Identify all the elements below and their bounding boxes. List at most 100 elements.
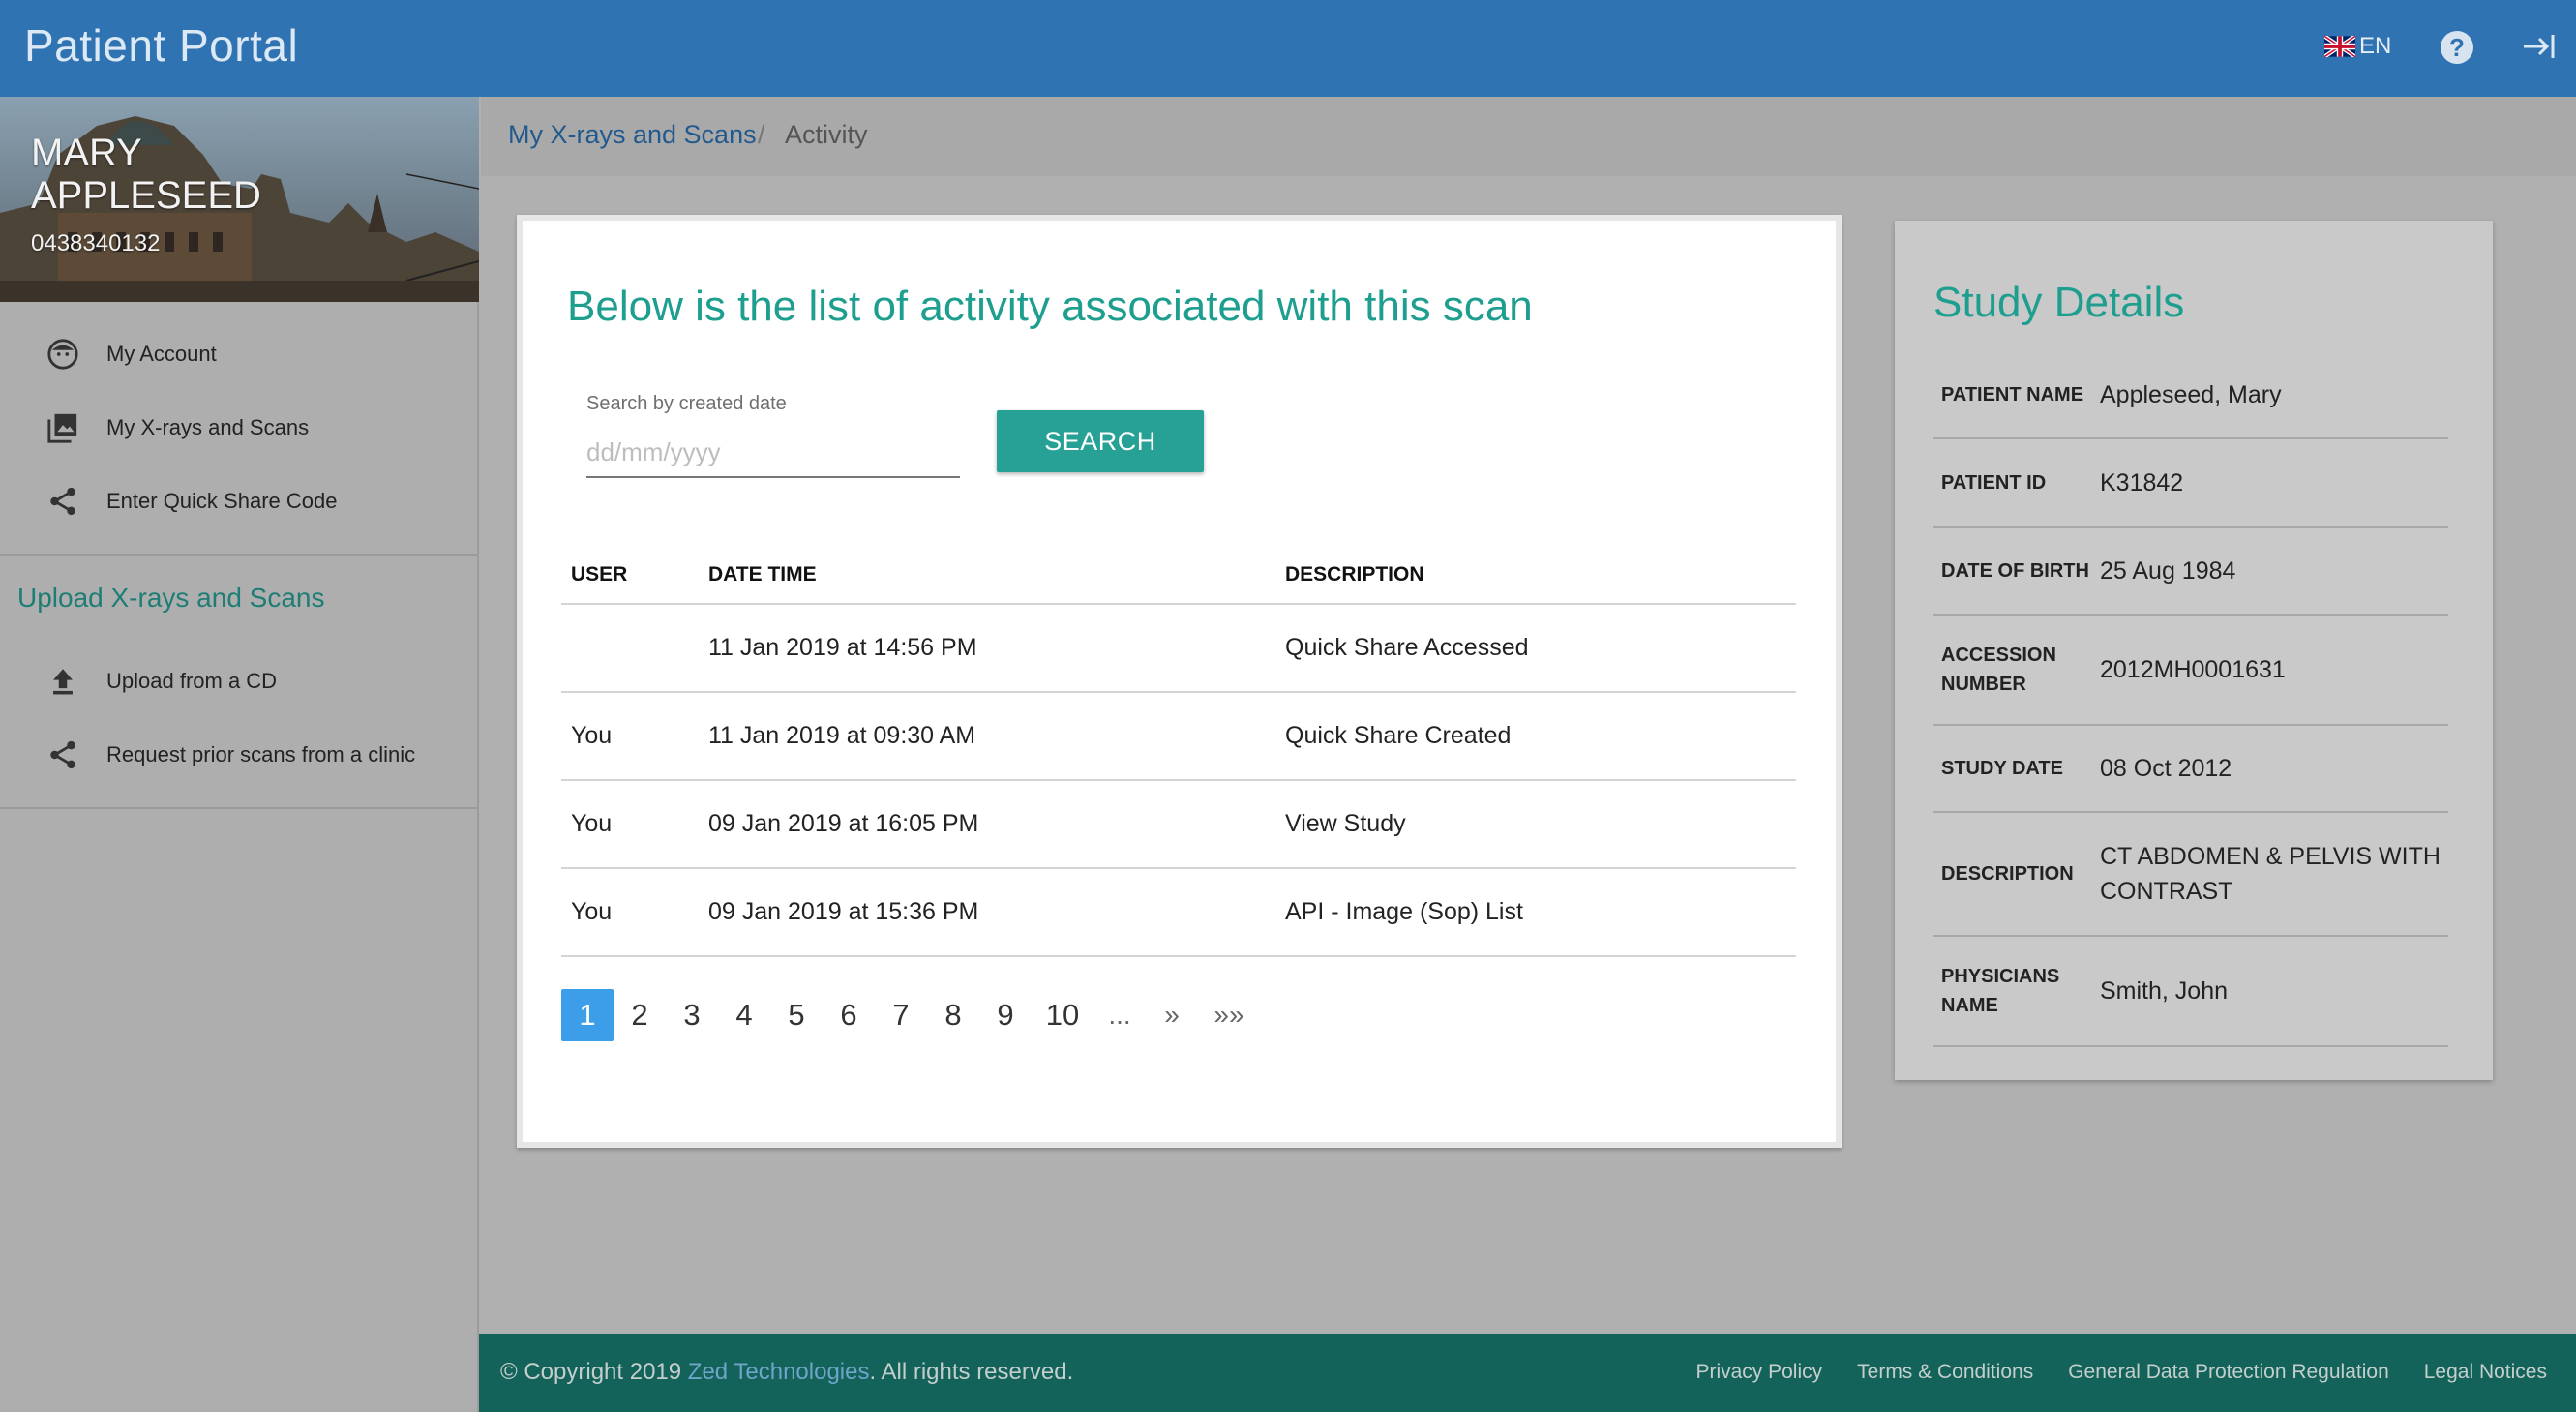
upload-icon <box>53 669 73 695</box>
column-header-datetime: DATE TIME <box>699 546 1275 605</box>
breadcrumb-link-scans[interactable]: My X-rays and Scans <box>508 120 757 150</box>
cell-datetime: 09 Jan 2019 at 16:05 PM <box>699 780 1275 869</box>
detail-key: ACCESSION NUMBER <box>1941 645 2056 695</box>
column-header-user: USER <box>561 546 699 605</box>
profile-banner: MARY APPLESEED 0438340132 <box>0 97 479 302</box>
copyright-prefix: © Copyright 2019 <box>500 1359 682 1385</box>
pagination: 1 2 3 4 5 6 7 8 9 10 ... » »» <box>561 989 1260 1041</box>
cell-user <box>561 604 699 693</box>
image-library-icon <box>47 413 77 443</box>
sidebar-item-my-account[interactable]: My Account <box>0 325 479 383</box>
detail-row-study-date: STUDY DATE 08 Oct 2012 <box>1933 726 2448 813</box>
copyright-text: © Copyright 2019 Zed Technologies. All r… <box>500 1359 1073 1386</box>
page-link-8[interactable]: 8 <box>927 989 979 1041</box>
logout-icon[interactable] <box>2520 27 2559 66</box>
table-row: 11 Jan 2019 at 14:56 PM Quick Share Acce… <box>561 604 1796 693</box>
table-row: You 09 Jan 2019 at 15:36 PM API - Image … <box>561 868 1796 957</box>
cell-user: You <box>561 868 699 957</box>
footer-link-privacy[interactable]: Privacy Policy <box>1695 1361 1822 1384</box>
share-icon <box>50 740 75 769</box>
detail-key: PHYSICIANS NAME <box>1941 966 2060 1016</box>
cell-description: Quick Share Accessed <box>1275 604 1796 693</box>
detail-value: 25 Aug 1984 <box>2100 557 2236 585</box>
detail-key: STUDY DATE <box>1941 758 2063 779</box>
breadcrumb-current: Activity <box>785 120 868 149</box>
cell-user: You <box>561 780 699 869</box>
upload-section-title: Upload X-rays and Scans <box>17 583 325 613</box>
table-row: You 11 Jan 2019 at 09:30 AM Quick Share … <box>561 692 1796 781</box>
detail-key: PATIENT ID <box>1941 472 2047 494</box>
detail-row-physician: PHYSICIANS NAME Smith, John <box>1933 937 2448 1047</box>
table-header-row: USER DATE TIME DESCRIPTION <box>561 546 1796 605</box>
top-app-bar: Patient Portal EN ? <box>0 0 2576 97</box>
page-link-7[interactable]: 7 <box>875 989 927 1041</box>
page-last-button[interactable]: »» <box>1198 989 1260 1041</box>
page-link-2[interactable]: 2 <box>614 989 666 1041</box>
page-link-10[interactable]: 10 <box>1032 989 1093 1041</box>
app-title[interactable]: Patient Portal <box>24 19 298 72</box>
page-link-5[interactable]: 5 <box>770 989 823 1041</box>
breadcrumb-separator: / <box>758 120 765 149</box>
activity-heading: Below is the list of activity associated… <box>567 283 1533 330</box>
activity-card: Below is the list of activity associated… <box>517 215 1842 1148</box>
copyright-suffix: . All rights reserved. <box>869 1359 1074 1385</box>
detail-value: Appleseed, Mary <box>2100 381 2282 408</box>
sidebar-item-label: Request prior scans from a clinic <box>106 742 416 766</box>
page-link-4[interactable]: 4 <box>718 989 770 1041</box>
footer-link-gdpr[interactable]: General Data Protection Regulation <box>2068 1361 2389 1384</box>
sidebar-divider <box>0 807 479 809</box>
search-button[interactable]: SEARCH <box>997 410 1204 472</box>
study-details-title: Study Details <box>1933 279 2185 326</box>
detail-value: Smith, John <box>2100 977 2229 1005</box>
column-header-description: DESCRIPTION <box>1275 546 1796 605</box>
detail-key: PATIENT NAME <box>1941 384 2084 406</box>
sidebar-item-label: Upload from a CD <box>106 669 278 693</box>
cell-description: Quick Share Created <box>1275 692 1796 781</box>
footer-link-legal[interactable]: Legal Notices <box>2424 1361 2547 1384</box>
sidebar-item-request-scans[interactable]: Request prior scans from a clinic <box>0 726 479 784</box>
page-link-3[interactable]: 3 <box>666 989 718 1041</box>
company-link[interactable]: Zed Technologies <box>688 1359 870 1385</box>
breadcrumb: My X-rays and Scans / Activity <box>481 97 2576 176</box>
table-row: You 09 Jan 2019 at 16:05 PM View Study <box>561 780 1796 869</box>
detail-value: 2012MH0001631 <box>2100 656 2286 683</box>
detail-row-patient-name: PATIENT NAME Appleseed, Mary <box>1933 352 2448 439</box>
sidebar-item-label: My Account <box>106 342 217 366</box>
cell-datetime: 09 Jan 2019 at 15:36 PM <box>699 868 1275 957</box>
help-icon[interactable]: ? <box>2441 31 2473 64</box>
study-details-panel: Study Details PATIENT NAME Appleseed, Ma… <box>1895 221 2493 1080</box>
footer-links: Privacy Policy Terms & Conditions Genera… <box>1695 1361 2547 1384</box>
sidebar-item-my-scans[interactable]: My X-rays and Scans <box>0 399 479 457</box>
footer-link-terms[interactable]: Terms & Conditions <box>1857 1361 2033 1384</box>
detail-row-patient-id: PATIENT ID K31842 <box>1933 439 2448 528</box>
date-search-label: Search by created date <box>586 393 787 414</box>
activity-table: USER DATE TIME DESCRIPTION 11 Jan 2019 a… <box>561 546 1796 957</box>
page-link-1[interactable]: 1 <box>561 989 614 1041</box>
page-ellipsis: ... <box>1108 1000 1131 1030</box>
detail-row-accession: ACCESSION NUMBER 2012MH0001631 <box>1933 616 2448 726</box>
page-link-6[interactable]: 6 <box>823 989 875 1041</box>
page-link-9[interactable]: 9 <box>979 989 1032 1041</box>
sidebar-item-label: Enter Quick Share Code <box>106 489 338 513</box>
detail-key: DATE OF BIRTH <box>1941 560 2089 582</box>
detail-row-dob: DATE OF BIRTH 25 Aug 1984 <box>1933 528 2448 616</box>
language-selector[interactable]: EN <box>2324 33 2391 60</box>
cell-datetime: 11 Jan 2019 at 14:56 PM <box>699 604 1275 693</box>
cell-description: API - Image (Sop) List <box>1275 868 1796 957</box>
sidebar-divider <box>0 554 479 556</box>
detail-row-description: DESCRIPTION CT ABDOMEN & PELVIS WITH CON… <box>1933 813 2448 937</box>
footer: © Copyright 2019 Zed Technologies. All r… <box>479 1334 2576 1412</box>
patient-phone: 0438340132 <box>31 230 161 256</box>
sidebar-item-upload-cd[interactable]: Upload from a CD <box>0 652 479 710</box>
cell-description: View Study <box>1275 780 1796 869</box>
page-next-button[interactable]: » <box>1146 989 1198 1041</box>
uk-flag-icon <box>2324 36 2355 57</box>
detail-value: CT ABDOMEN & PELVIS WITH CONTRAST <box>2100 843 2441 905</box>
face-icon <box>47 339 78 370</box>
language-code: EN <box>2359 33 2392 59</box>
date-search-input[interactable] <box>586 428 960 478</box>
sidebar-item-label: My X-rays and Scans <box>106 415 310 439</box>
detail-value: 08 Oct 2012 <box>2100 755 2232 782</box>
cell-user: You <box>561 692 699 781</box>
sidebar-item-quick-share[interactable]: Enter Quick Share Code <box>0 472 479 530</box>
